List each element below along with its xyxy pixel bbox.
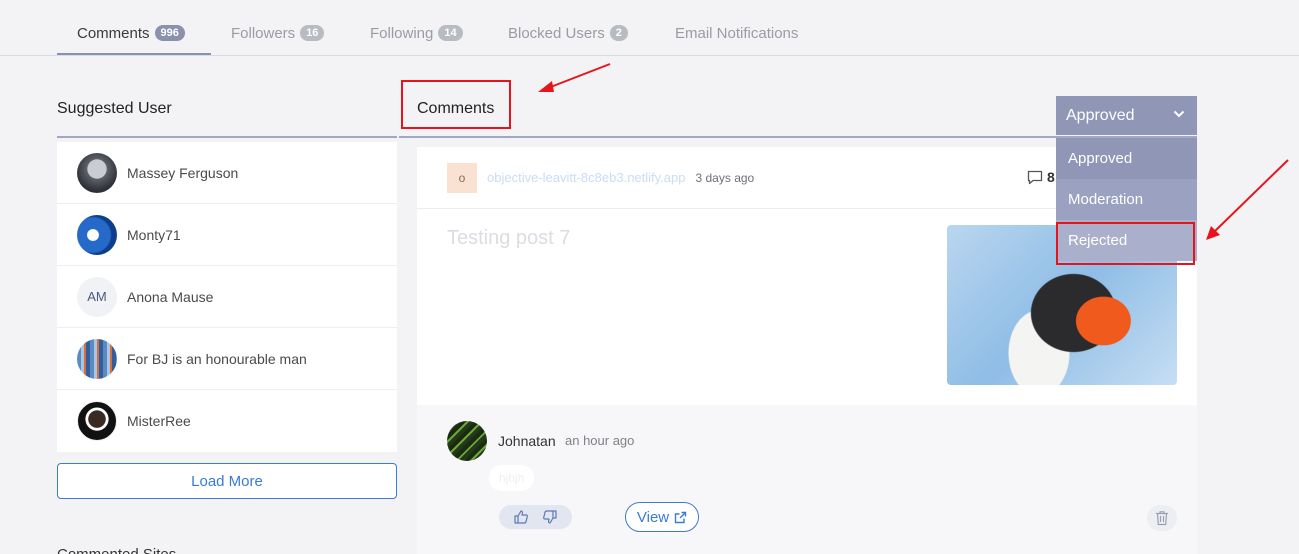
- status-option-moderation[interactable]: Moderation: [1056, 179, 1197, 220]
- avatar: [77, 401, 117, 441]
- external-link-icon: [674, 511, 687, 523]
- avatar: AM: [77, 276, 117, 317]
- tab-followers-count: 16: [300, 25, 325, 41]
- list-item[interactable]: MisterRee: [57, 390, 397, 452]
- comment-count: 8: [1027, 169, 1055, 185]
- tab-blocked-users-label: Blocked Users: [508, 24, 605, 42]
- delete-button[interactable]: [1147, 505, 1177, 531]
- tab-followers[interactable]: Followers 16: [231, 22, 325, 44]
- comment-icon: [1027, 170, 1043, 184]
- tab-following[interactable]: Following 14: [370, 22, 463, 44]
- chevron-down-icon: [1173, 110, 1185, 118]
- thumbs-down-icon[interactable]: [542, 509, 558, 525]
- tab-following-count: 14: [438, 25, 463, 41]
- tab-blocked-users[interactable]: Blocked Users 2: [508, 22, 628, 44]
- rejected-option-highlight: [1056, 222, 1195, 265]
- suggested-user-list: Massey Ferguson Monty71 AM Anona Mause F…: [57, 142, 397, 452]
- annotation-arrow: [1213, 159, 1289, 233]
- status-filter-selected: Approved: [1066, 106, 1135, 124]
- comment-item: Johnatan an hour ago hjhjh View: [417, 405, 1197, 554]
- user-name: Massey Ferguson: [127, 164, 239, 181]
- tab-comments-count: 996: [154, 25, 185, 41]
- annotation-arrowhead: [1206, 226, 1220, 240]
- user-name: For BJ is an honourable man: [127, 350, 307, 367]
- annotation-arrowhead: [538, 81, 554, 92]
- thumbs-up-icon[interactable]: [513, 509, 529, 525]
- tab-comments[interactable]: Comments 996: [77, 22, 185, 44]
- vote-group: [499, 505, 572, 529]
- suggested-user-title: Suggested User: [57, 100, 172, 117]
- tab-comments-label: Comments: [77, 24, 150, 42]
- list-item[interactable]: For BJ is an honourable man: [57, 328, 397, 390]
- annotation-arrow: [547, 63, 611, 89]
- comment-time: an hour ago: [565, 433, 635, 448]
- profile-tabs: Comments 996 Followers 16 Following 14 B…: [0, 0, 1299, 56]
- list-item[interactable]: AM Anona Mause: [57, 266, 397, 328]
- trash-icon: [1156, 511, 1168, 526]
- comment-count-value: 8: [1047, 169, 1055, 185]
- user-name: MisterRee: [127, 413, 191, 429]
- tab-blocked-users-count: 2: [609, 25, 628, 41]
- tab-following-label: Following: [370, 24, 434, 42]
- load-more-button[interactable]: Load More: [57, 463, 397, 499]
- site-icon: o: [447, 162, 477, 193]
- status-option-approved[interactable]: Approved: [1056, 138, 1197, 179]
- comment-text: hjhjh: [489, 465, 535, 491]
- view-button-label: View: [636, 508, 670, 526]
- avatar: [77, 152, 117, 193]
- tab-email-notifications-label: Email Notifications: [675, 24, 799, 42]
- active-tab-indicator: [57, 53, 211, 55]
- comments-title-highlight: [401, 80, 511, 129]
- user-name: Anona Mause: [127, 288, 214, 305]
- site-url-link[interactable]: objective-leavitt-8c8eb3.netlify.app: [487, 170, 686, 185]
- tab-email-notifications[interactable]: Email Notifications: [675, 22, 798, 44]
- view-button[interactable]: View: [625, 502, 699, 532]
- status-filter-dropdown[interactable]: Approved: [1056, 96, 1197, 135]
- comment-author[interactable]: Johnatan: [498, 433, 556, 449]
- list-item[interactable]: Massey Ferguson: [57, 142, 397, 204]
- sidebar-divider: [57, 136, 397, 138]
- post-title[interactable]: Testing post 7: [447, 227, 570, 250]
- user-name: Monty71: [127, 226, 181, 243]
- avatar: [77, 214, 117, 255]
- avatar: [77, 338, 117, 379]
- commented-sites-title: Commented Sites: [57, 546, 176, 554]
- avatar: [447, 421, 487, 461]
- post-time: 3 days ago: [695, 170, 755, 185]
- tab-followers-label: Followers: [231, 24, 296, 42]
- list-item[interactable]: Monty71: [57, 204, 397, 266]
